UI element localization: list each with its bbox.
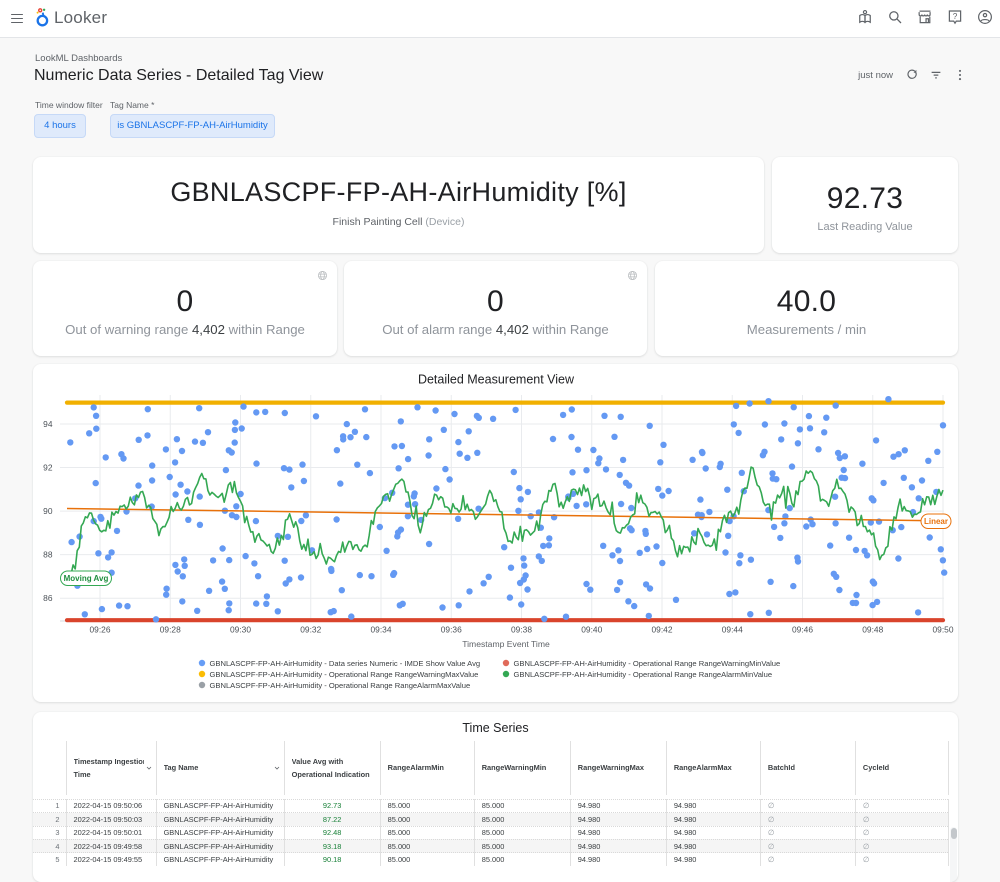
svg-text:90: 90: [43, 506, 53, 516]
svg-text:09:40: 09:40: [581, 625, 602, 635]
svg-text:09:34: 09:34: [371, 625, 392, 635]
svg-text:GBNLASCPF-FP-AH-AirHumidity -: GBNLASCPF-FP-AH-AirHumidity - Operationa…: [514, 670, 773, 679]
svg-text:GBNLASCPF-FP-AH-AirHumidity -: GBNLASCPF-FP-AH-AirHumidity - Operationa…: [210, 670, 479, 679]
svg-text:09:46: 09:46: [792, 625, 813, 635]
svg-text:Linear: Linear: [924, 517, 948, 526]
svg-text:09:26: 09:26: [90, 625, 111, 635]
svg-text:Timestamp Event Time: Timestamp Event Time: [462, 639, 550, 649]
svg-text:09:30: 09:30: [230, 625, 251, 635]
svg-text:09:28: 09:28: [160, 625, 181, 635]
svg-text:09:44: 09:44: [722, 625, 743, 635]
svg-text:GBNLASCPF-FP-AH-AirHumidity -: GBNLASCPF-FP-AH-AirHumidity - Data serie…: [210, 659, 481, 668]
svg-text:09:36: 09:36: [441, 625, 462, 635]
svg-text:09:42: 09:42: [652, 625, 673, 635]
svg-text:09:38: 09:38: [511, 625, 532, 635]
svg-text:Moving Avg: Moving Avg: [64, 574, 109, 583]
svg-text:?: ?: [953, 12, 958, 21]
svg-text:09:32: 09:32: [300, 625, 321, 635]
svg-text:88: 88: [43, 550, 53, 560]
svg-text:94: 94: [43, 419, 53, 429]
svg-text:GBNLASCPF-FP-AH-AirHumidity -: GBNLASCPF-FP-AH-AirHumidity - Operationa…: [514, 659, 781, 668]
svg-text:09:48: 09:48: [862, 625, 883, 635]
svg-text:GBNLASCPF-FP-AH-AirHumidity -: GBNLASCPF-FP-AH-AirHumidity - Operationa…: [210, 681, 471, 690]
svg-text:92: 92: [43, 463, 53, 473]
svg-text:09:50: 09:50: [933, 625, 954, 635]
svg-text:86: 86: [43, 593, 53, 603]
svg-text:Detailed Measurement View: Detailed Measurement View: [418, 373, 575, 387]
